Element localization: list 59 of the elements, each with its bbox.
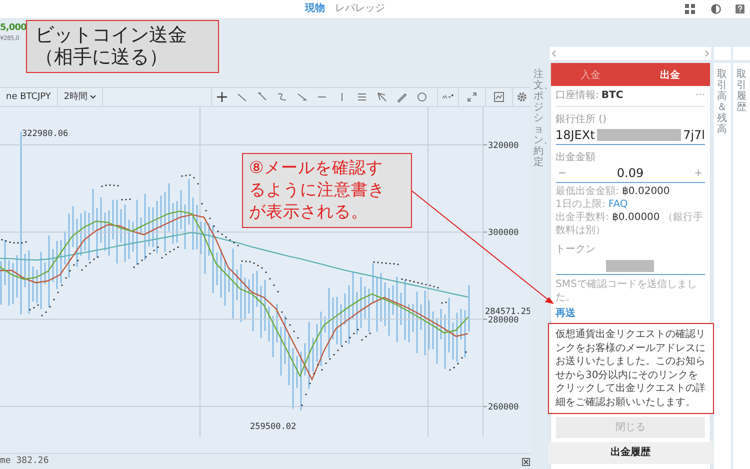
contrast-icon[interactable]: [711, 4, 721, 14]
market-tab[interactable]: 現物: [300, 0, 330, 18]
channel-icon[interactable]: [356, 91, 368, 103]
brush-icon[interactable]: [396, 91, 408, 103]
callout-note: ⑧メールを確認す るように注意書き が表示される。: [242, 153, 412, 228]
circle-icon[interactable]: [416, 91, 428, 103]
side-tab[interactable]: 取引履歴: [736, 68, 746, 112]
token-label: トークン: [556, 243, 596, 257]
info-text: 最低出金金額: ฿0.02000: [556, 185, 671, 198]
tab-header-strip: [714, 47, 730, 60]
transfer-tab[interactable]: 出金: [630, 62, 710, 86]
settings-icon[interactable]: [516, 91, 528, 103]
plus-button[interactable]: +: [694, 166, 702, 180]
chevron-left-icon[interactable]: [552, 50, 556, 57]
amount-field[interactable]: 0.09: [616, 164, 644, 182]
side-tab[interactable]: 取引高＆残高: [717, 68, 727, 134]
address-field[interactable]: 18JEXt 7j7l: [556, 126, 705, 144]
ray-icon[interactable]: [256, 91, 268, 103]
curve-icon[interactable]: [276, 91, 288, 103]
snapshot-icon[interactable]: [493, 91, 506, 103]
caret-icon: [90, 95, 96, 99]
price-axis-label: 280000: [488, 315, 519, 326]
high-price-label: 322980.06: [22, 129, 68, 139]
info-text: 出金手数料: ฿0.00000 （銀行手数料は別）: [556, 211, 704, 237]
transfer-tab[interactable]: 入金: [550, 62, 630, 86]
last-price-label: 284571.25: [485, 307, 530, 317]
account-value: BTC: [601, 89, 624, 103]
price-axis-label: 260000: [488, 402, 519, 412]
account-label: 口座情報:: [556, 88, 599, 103]
layout-icon[interactable]: [685, 4, 695, 14]
low-price-label: 259500.02: [250, 422, 296, 432]
sms-message: SMSで確認コードを送信しました。: [556, 278, 698, 304]
token-field[interactable]: [556, 257, 705, 275]
interval-dropdown[interactable]: 2時間: [58, 88, 104, 106]
more-button[interactable]: ···: [695, 88, 705, 103]
trend-line-icon[interactable]: [236, 91, 248, 103]
callout-title: ビットコイン送金 （相手に送る）: [26, 20, 219, 73]
minus-button[interactable]: −: [558, 166, 566, 180]
close-icon[interactable]: [522, 458, 530, 466]
notice-text: 仮想通貨出金リクエストの確認リンクをお客様のメールアドレスにお送りいたしました。このお知らせから30分以内にそのリンクをクリックして出金リクエストの詳細をご確認お願いいたします。: [548, 323, 714, 414]
redaction-block: [606, 260, 654, 272]
resend-link[interactable]: 再送: [556, 308, 576, 319]
price-axis-label: 320000: [488, 140, 519, 151]
chevron-right-icon[interactable]: [704, 50, 708, 57]
info-text: 1日の上限: FAQ: [556, 198, 629, 211]
price-axis-label: 300000: [488, 228, 519, 238]
amount-label: 出金金額: [556, 150, 596, 164]
symbol-label: ne BTCJPY: [0, 88, 58, 106]
history-header: 出金履歴: [548, 442, 713, 464]
crosshair-icon[interactable]: [216, 91, 228, 103]
market-tab[interactable]: レバレッジ: [330, 0, 390, 18]
arrow-line-icon[interactable]: [296, 91, 308, 103]
fullscreen-icon[interactable]: [466, 91, 478, 103]
help-icon[interactable]: [735, 4, 745, 14]
ticker-price: 5,000: [0, 22, 26, 34]
faq-link[interactable]: FAQ: [608, 199, 628, 210]
volume-label: me 382.26: [0, 454, 49, 468]
tab-header-strip: [733, 47, 750, 60]
address-label: 銀行住所 (): [556, 112, 608, 126]
